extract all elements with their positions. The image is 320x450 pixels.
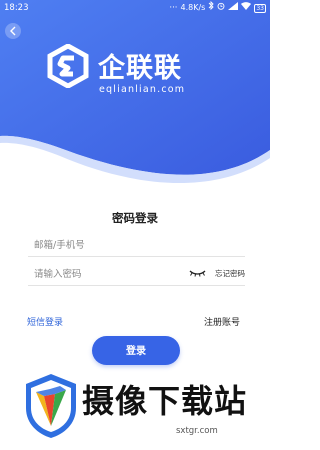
network-speed: 4.8K/s	[180, 3, 206, 12]
watermark-title: 摄像下载站	[82, 382, 248, 420]
wifi-icon	[241, 0, 252, 16]
account-field	[28, 234, 245, 257]
brand-name: 企联联	[98, 53, 182, 84]
more-dots-icon: ···	[169, 3, 178, 13]
status-indicators: ··· 4.8K/s 33	[169, 0, 266, 16]
sms-login-link[interactable]: 短信登录	[27, 315, 63, 328]
password-input[interactable]	[34, 266, 174, 282]
battery-icon: 33	[254, 3, 266, 13]
back-icon	[10, 26, 16, 36]
brand-logo-icon	[47, 44, 89, 88]
brand: 企联联 eqlianlian.com	[46, 42, 236, 102]
watermark-url: sxtgr.com	[176, 426, 218, 436]
status-time: 18:23	[4, 3, 29, 13]
forgot-password-link[interactable]: 忘记密码	[215, 268, 245, 279]
status-bar: 18:23 ··· 4.8K/s 33	[0, 0, 270, 16]
brand-domain: eqlianlian.com	[99, 84, 186, 95]
alarm-icon	[217, 0, 225, 16]
back-button[interactable]	[5, 23, 21, 39]
register-link[interactable]: 注册账号	[204, 315, 240, 328]
form-title: 密码登录	[112, 211, 158, 225]
hero-header: 18:23 ··· 4.8K/s 33 企联联 eqlianlian.com	[0, 0, 270, 190]
login-button[interactable]: 登录	[92, 336, 180, 365]
eye-closed-icon[interactable]	[189, 270, 206, 277]
signal-icon	[228, 0, 239, 16]
password-field: 忘记密码	[28, 263, 245, 286]
account-input[interactable]	[34, 237, 174, 253]
bluetooth-icon	[208, 0, 214, 16]
watermark-logo-icon	[26, 374, 76, 438]
watermark: 摄像下载站 sxtgr.com	[0, 370, 270, 450]
